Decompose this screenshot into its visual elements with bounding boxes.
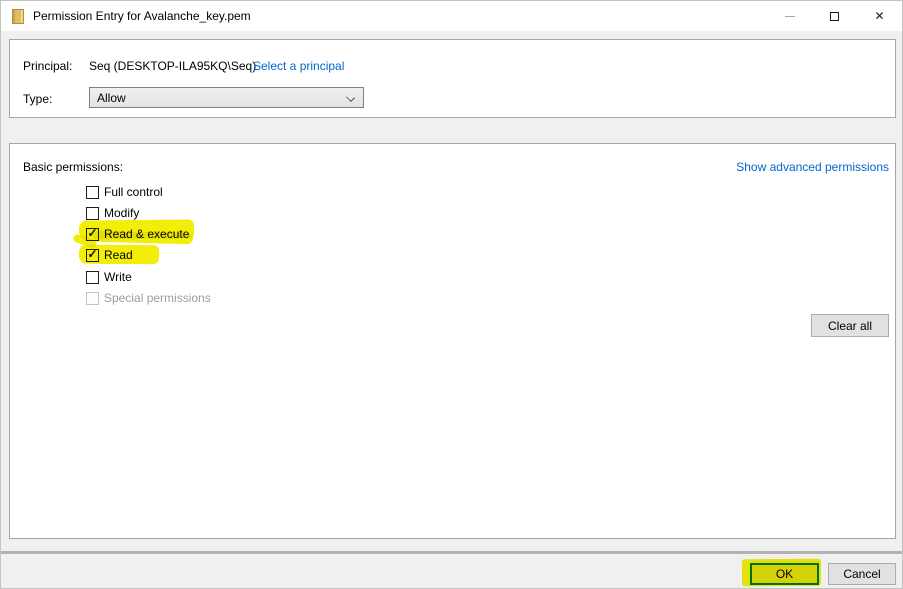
- minimize-button[interactable]: [767, 1, 812, 31]
- chevron-down-icon: [346, 93, 355, 102]
- permissions-file-icon: [12, 9, 24, 24]
- window-title: Permission Entry for Avalanche_key.pem: [33, 9, 251, 23]
- permission-label: Write: [104, 270, 132, 284]
- close-icon: ✕: [874, 10, 884, 22]
- permission-row-read[interactable]: ✓ Read: [86, 247, 133, 263]
- type-dropdown[interactable]: Allow: [89, 87, 364, 108]
- type-label: Type:: [23, 92, 52, 106]
- minimize-icon: [785, 16, 795, 17]
- clear-all-button[interactable]: Clear all: [811, 314, 889, 337]
- permission-row-full-control[interactable]: Full control: [86, 184, 163, 200]
- permission-row-write[interactable]: Write: [86, 269, 132, 285]
- permission-label: Modify: [104, 206, 139, 220]
- cancel-button[interactable]: Cancel: [828, 563, 896, 585]
- permission-label: Special permissions: [104, 291, 211, 305]
- close-button[interactable]: ✕: [857, 1, 902, 31]
- checkmark-icon: ✓: [87, 249, 97, 259]
- checkbox-modify[interactable]: [86, 207, 99, 220]
- basic-permissions-label: Basic permissions:: [23, 160, 123, 174]
- permission-row-read-execute[interactable]: ✓ Read & execute: [86, 226, 189, 242]
- checkbox-special-permissions: [86, 292, 99, 305]
- principal-label: Principal:: [23, 59, 72, 73]
- caption-buttons: ✕: [767, 1, 902, 31]
- permission-row-special-permissions: Special permissions: [86, 290, 211, 306]
- permission-label: Read & execute: [104, 227, 189, 241]
- show-advanced-permissions-link[interactable]: Show advanced permissions: [736, 160, 889, 174]
- title-bar: Permission Entry for Avalanche_key.pem ✕: [1, 1, 902, 31]
- checkbox-write[interactable]: [86, 271, 99, 284]
- permission-entry-dialog: Permission Entry for Avalanche_key.pem ✕…: [0, 0, 903, 589]
- footer-divider: [1, 551, 902, 554]
- maximize-button[interactable]: [812, 1, 857, 31]
- checkbox-full-control[interactable]: [86, 186, 99, 199]
- checkbox-read[interactable]: ✓: [86, 249, 99, 262]
- checkbox-read-execute[interactable]: ✓: [86, 228, 99, 241]
- checkmark-icon: ✓: [87, 228, 97, 238]
- principal-value: Seq (DESKTOP-ILA95KQ\Seq): [89, 59, 256, 73]
- type-dropdown-value: Allow: [97, 91, 126, 105]
- ok-button[interactable]: OK: [750, 563, 819, 585]
- basic-permissions-panel: [9, 143, 896, 539]
- select-principal-link[interactable]: Select a principal: [253, 59, 344, 73]
- maximize-icon: [830, 12, 839, 21]
- permission-label: Read: [104, 248, 133, 262]
- permission-row-modify[interactable]: Modify: [86, 205, 139, 221]
- permission-label: Full control: [104, 185, 163, 199]
